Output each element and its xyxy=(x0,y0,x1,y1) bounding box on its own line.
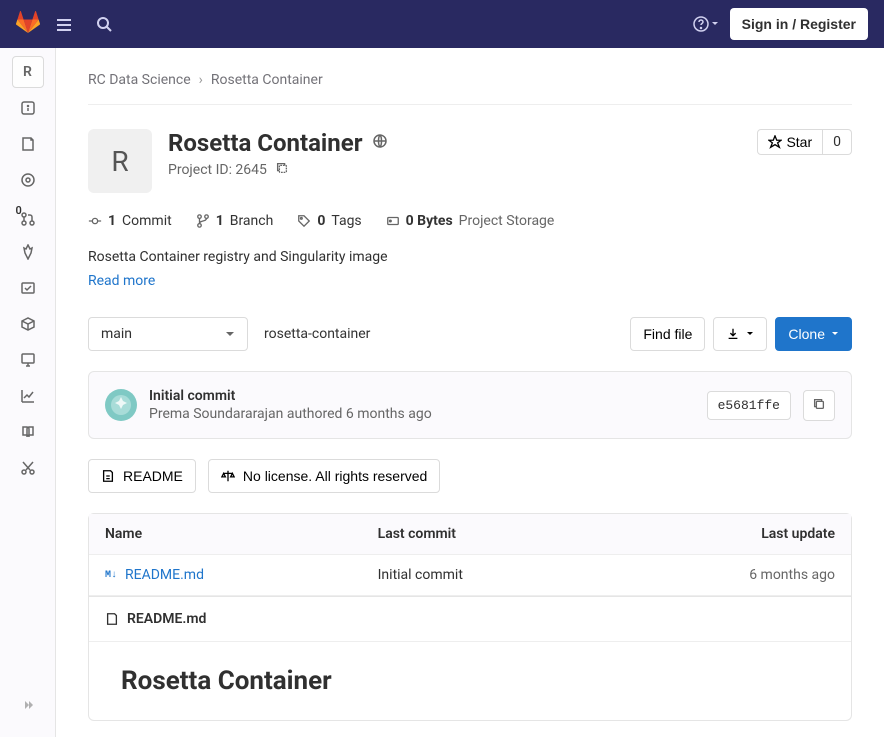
signin-button[interactable]: Sign in / Register xyxy=(730,8,868,40)
copy-id-icon[interactable] xyxy=(275,161,289,179)
file-name-link[interactable]: README.md xyxy=(125,567,204,583)
public-icon xyxy=(372,133,388,153)
commits-count: 1 xyxy=(108,213,116,229)
repository-icon[interactable] xyxy=(12,128,44,160)
license-pill[interactable]: No license. All rights reserved xyxy=(208,459,440,493)
deployments-icon[interactable] xyxy=(12,272,44,304)
analytics-icon[interactable] xyxy=(12,380,44,412)
branches-count: 1 xyxy=(216,213,224,229)
project-avatar-small[interactable]: R xyxy=(12,56,44,88)
branches-stat[interactable]: 1 Branch xyxy=(196,213,274,229)
star-count[interactable]: 0 xyxy=(823,129,852,155)
project-description: Rosetta Container registry and Singulari… xyxy=(88,249,852,265)
col-name: Name xyxy=(89,514,362,555)
table-row[interactable]: M↓ README.md Initial commit 6 months ago xyxy=(89,555,851,596)
find-file-button[interactable]: Find file xyxy=(630,317,705,351)
tags-label: Tags xyxy=(331,213,361,229)
project-info-icon[interactable] xyxy=(12,92,44,124)
commits-stat[interactable]: 1 Commit xyxy=(88,213,172,229)
file-update-time: 6 months ago xyxy=(606,555,851,596)
file-commit-link[interactable]: Initial commit xyxy=(378,567,463,583)
main-content: RC Data Science › Rosetta Container R Ro… xyxy=(56,48,884,737)
hamburger-icon[interactable] xyxy=(48,8,80,40)
col-commit: Last commit xyxy=(362,514,606,555)
chevron-right-icon: › xyxy=(199,72,203,88)
top-navbar: Sign in / Register xyxy=(0,0,884,48)
sidebar: R 0 xyxy=(0,48,56,737)
cicd-icon[interactable] xyxy=(12,236,44,268)
authored-label: authored xyxy=(287,406,343,422)
tags-count: 0 xyxy=(317,213,325,229)
search-icon[interactable] xyxy=(88,8,120,40)
readme-pill[interactable]: README xyxy=(88,459,196,493)
merge-requests-icon[interactable]: 0 xyxy=(12,200,44,232)
project-header: R Rosetta Container Project ID: 2645 Sta… xyxy=(88,105,852,201)
markdown-icon: M↓ xyxy=(105,570,117,581)
col-update: Last update xyxy=(606,514,851,555)
branch-selector[interactable]: main xyxy=(88,317,248,351)
file-table: Name Last commit Last update M↓ README.md… xyxy=(88,513,852,597)
info-pills: README No license. All rights reserved xyxy=(88,439,852,513)
breadcrumb: RC Data Science › Rosetta Container xyxy=(88,64,852,105)
project-avatar: R xyxy=(88,129,152,193)
last-commit-box: Initial commit Prema Soundararajan autho… xyxy=(88,371,852,439)
issues-icon[interactable] xyxy=(12,164,44,196)
commit-author-avatar[interactable] xyxy=(105,389,137,421)
readme-filename: README.md xyxy=(127,611,206,627)
storage-size: 0 Bytes xyxy=(406,213,453,229)
packages-icon[interactable] xyxy=(12,308,44,340)
download-button[interactable] xyxy=(713,317,767,351)
readme-heading: Rosetta Container xyxy=(121,666,819,696)
mr-count-badge: 0 xyxy=(16,204,22,217)
clone-button[interactable]: Clone xyxy=(775,317,852,351)
readme-preview: README.md Rosetta Container xyxy=(88,597,852,721)
star-label: Star xyxy=(786,134,812,150)
help-icon[interactable] xyxy=(690,8,722,40)
storage-stat: 0 Bytes Project Storage xyxy=(386,213,555,229)
branch-name: main xyxy=(101,326,132,342)
project-stats: 1 Commit 1 Branch 0 Tags 0 Bytes Project… xyxy=(88,201,852,241)
project-id: Project ID: 2645 xyxy=(168,162,267,178)
path-crumb[interactable]: rosetta-container xyxy=(264,326,370,342)
wiki-icon[interactable] xyxy=(12,416,44,448)
star-button[interactable]: Star xyxy=(757,129,823,155)
project-title: Rosetta Container xyxy=(168,129,362,157)
tags-stat[interactable]: 0 Tags xyxy=(297,213,361,229)
file-controls: main rosetta-container Find file Clone xyxy=(88,297,852,371)
commit-sha[interactable]: e5681ffe xyxy=(707,391,791,420)
branches-label: Branch xyxy=(230,213,274,229)
commit-author[interactable]: Prema Soundararajan xyxy=(149,406,283,422)
gitlab-logo[interactable] xyxy=(16,10,40,38)
commits-label: Commit xyxy=(122,213,172,229)
collapse-sidebar-icon[interactable] xyxy=(12,689,44,721)
commit-title[interactable]: Initial commit xyxy=(149,388,235,404)
commit-time: 6 months ago xyxy=(346,406,432,422)
monitor-icon[interactable] xyxy=(12,344,44,376)
storage-label: Project Storage xyxy=(459,213,555,229)
clone-label: Clone xyxy=(788,326,825,342)
copy-sha-icon[interactable] xyxy=(803,390,835,421)
readme-pill-label: README xyxy=(123,468,183,484)
breadcrumb-group[interactable]: RC Data Science xyxy=(88,72,191,88)
read-more-link[interactable]: Read more xyxy=(88,273,155,289)
license-pill-label: No license. All rights reserved xyxy=(243,468,427,484)
snippets-icon[interactable] xyxy=(12,452,44,484)
breadcrumb-project[interactable]: Rosetta Container xyxy=(211,72,323,88)
